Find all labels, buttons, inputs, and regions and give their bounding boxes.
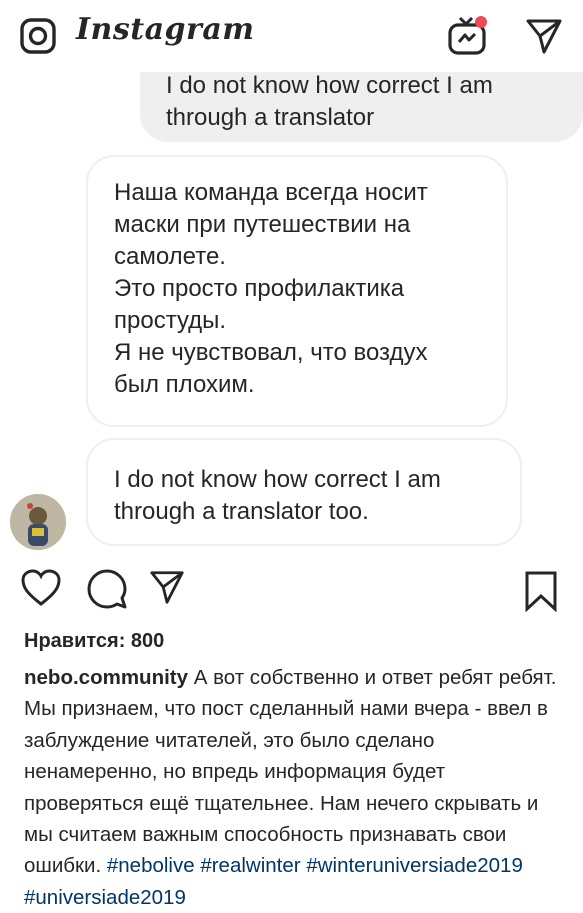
message-line: самолете. xyxy=(114,243,226,270)
message-line: Наша команда всегда носит xyxy=(114,179,428,206)
instagram-wordmark: Instagram xyxy=(76,12,255,47)
comment-icon[interactable] xyxy=(86,568,128,610)
top-bar: Instagram xyxy=(0,0,583,72)
hashtag-link[interactable]: #nebolive xyxy=(107,854,195,877)
likes-count[interactable]: Нравится: 800 xyxy=(24,630,164,653)
avatar-image-icon xyxy=(10,494,66,550)
my-message-bubble: I do not know how correct I am through a… xyxy=(140,72,583,142)
hashtag-link[interactable]: #universiade2019 xyxy=(24,886,186,909)
message-line: I do not know how correct I am xyxy=(114,466,441,493)
notification-dot-icon xyxy=(475,16,487,28)
post-actions xyxy=(0,568,583,618)
camera-icon[interactable] xyxy=(20,18,56,54)
their-message-bubble-1: Наша команда всегда носит маски при путе… xyxy=(86,155,508,427)
direct-send-icon[interactable] xyxy=(524,16,564,56)
post-caption: nebo.community А вот собственно и ответ … xyxy=(24,662,569,913)
sender-avatar xyxy=(10,494,66,550)
chat-screenshot: I do not know how correct I am through a… xyxy=(0,72,583,562)
hashtag-link[interactable]: #realwinter xyxy=(200,854,300,877)
their-message-bubble-2: I do not know how correct I am through a… xyxy=(86,438,522,546)
message-line: был плохим. xyxy=(114,371,255,398)
message-line: маски при путешествии на xyxy=(114,211,411,238)
message-line: простуды. xyxy=(114,307,227,334)
share-icon[interactable] xyxy=(148,568,186,606)
message-line: Я не чувствовал, что воздух xyxy=(114,339,428,366)
hashtag-link[interactable]: #winteruniversiade2019 xyxy=(306,854,523,877)
my-message-line-1: I do not know how correct I am xyxy=(166,72,493,99)
caption-text: А вот собственно и ответ ребят ребят. Мы… xyxy=(24,666,557,878)
my-message-line-2: through a translator xyxy=(166,104,375,131)
like-heart-icon[interactable] xyxy=(20,568,62,608)
message-line: through a translator too. xyxy=(114,498,369,525)
bookmark-icon[interactable] xyxy=(524,570,558,612)
igtv-icon[interactable] xyxy=(446,14,490,56)
caption-username[interactable]: nebo.community xyxy=(24,666,188,689)
message-line: Это просто профилактика xyxy=(114,275,405,302)
